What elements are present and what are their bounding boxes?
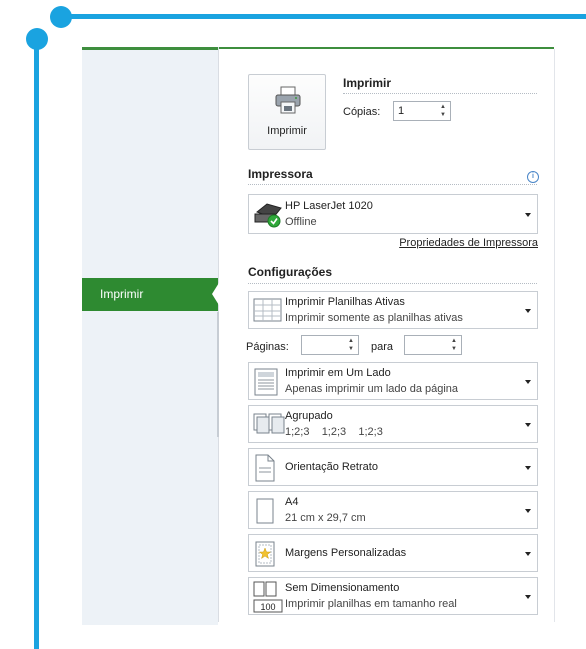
scaling-icon: 100 (253, 581, 283, 613)
option-subtitle: 21 cm x 29,7 cm (285, 512, 366, 524)
copies-label: Cópias: (343, 106, 381, 118)
option-title: Imprimir Planilhas Ativas (285, 296, 405, 308)
chevron-down-icon (525, 213, 531, 217)
option-title: Sem Dimensionamento (285, 582, 400, 594)
print-button-label: Imprimir (267, 125, 307, 137)
printer-name: HP LaserJet 1020 (285, 200, 373, 212)
pages-from-stepper[interactable]: ▲ ▼ (301, 335, 359, 355)
chevron-down-icon (525, 552, 531, 556)
sheets-icon (253, 298, 282, 322)
orientation-dropdown[interactable]: Orientação Retrato (248, 448, 538, 486)
backstage-window: Imprimir Imprimir Imprimir Cópias: 1 ▲ ▼ … (82, 47, 555, 625)
print-button[interactable]: Imprimir (248, 74, 326, 150)
option-subtitle: Imprimir planilhas em tamanho real (285, 598, 457, 610)
chevron-down-icon (525, 380, 531, 384)
frame-left-line (34, 38, 39, 649)
option-title: Margens Personalizadas (285, 547, 407, 559)
divider (343, 93, 537, 94)
sheets-dropdown[interactable]: Imprimir Planilhas Ativas Imprimir somen… (248, 291, 538, 329)
spin-arrows-icon[interactable]: ▲ ▼ (346, 337, 356, 353)
copies-stepper[interactable]: 1 ▲ ▼ (393, 101, 451, 121)
chevron-down-icon (525, 309, 531, 313)
printer-status: Offline (285, 216, 317, 228)
print-title: Imprimir (343, 76, 392, 90)
collation-dropdown[interactable]: Agrupado 1;2;3 1;2;3 1;2;3 (248, 405, 538, 443)
frame-top-line (58, 14, 586, 19)
printer-icon (254, 203, 282, 228)
chevron-down-icon (525, 423, 531, 427)
chevron-down-icon (525, 466, 531, 470)
pages-label: Páginas: (246, 341, 289, 353)
frame-dot-top (50, 6, 72, 28)
paper-size-icon (256, 498, 274, 524)
margins-dropdown[interactable]: Margens Personalizadas (248, 534, 538, 572)
chevron-down-icon (525, 595, 531, 599)
option-subtitle: Imprimir somente as planilhas ativas (285, 312, 463, 324)
sides-dropdown[interactable]: Imprimir em Um Lado Apenas imprimir um l… (248, 362, 538, 400)
one-side-icon (254, 368, 278, 396)
frame-dot-left (26, 28, 48, 50)
margins-icon (255, 541, 275, 567)
collated-icon (253, 413, 285, 434)
paper-size-dropdown[interactable]: A4 21 cm x 29,7 cm (248, 491, 538, 529)
chevron-down-icon (525, 509, 531, 513)
option-subtitle: Apenas imprimir um lado da página (285, 383, 459, 395)
scaling-dropdown[interactable]: 100 Sem Dimensionamento Imprimir planilh… (248, 577, 538, 615)
printer-dropdown[interactable]: HP LaserJet 1020 Offline (248, 194, 538, 234)
copies-value: 1 (398, 105, 405, 117)
pages-to-stepper[interactable]: ▲ ▼ (404, 335, 462, 355)
option-title: Agrupado (285, 410, 333, 422)
divider (248, 283, 537, 284)
printer-section-title: Impressora (248, 167, 313, 181)
option-title: Orientação Retrato (285, 461, 378, 473)
nav-item-print[interactable]: Imprimir (82, 278, 218, 311)
portrait-icon (255, 454, 275, 482)
printer-properties-link[interactable]: Propriedades de Impressora (399, 237, 538, 249)
option-title: Imprimir em Um Lado (285, 367, 391, 379)
backstage-nav (82, 47, 218, 625)
printer-icon (275, 86, 301, 114)
to-label: para (371, 341, 394, 353)
settings-section-title: Configurações (248, 265, 333, 279)
spin-arrows-icon[interactable]: ▲ ▼ (449, 337, 459, 353)
divider (248, 184, 537, 185)
scaling-badge: 100 (260, 602, 275, 612)
print-settings-pane: Imprimir Imprimir Cópias: 1 ▲ ▼ Impressor… (219, 49, 555, 622)
option-title: A4 (285, 496, 299, 508)
info-icon[interactable]: i (527, 171, 539, 183)
spin-arrows-icon[interactable]: ▲ ▼ (438, 103, 448, 119)
option-subtitle: 1;2;3 1;2;3 1;2;3 (285, 426, 383, 438)
